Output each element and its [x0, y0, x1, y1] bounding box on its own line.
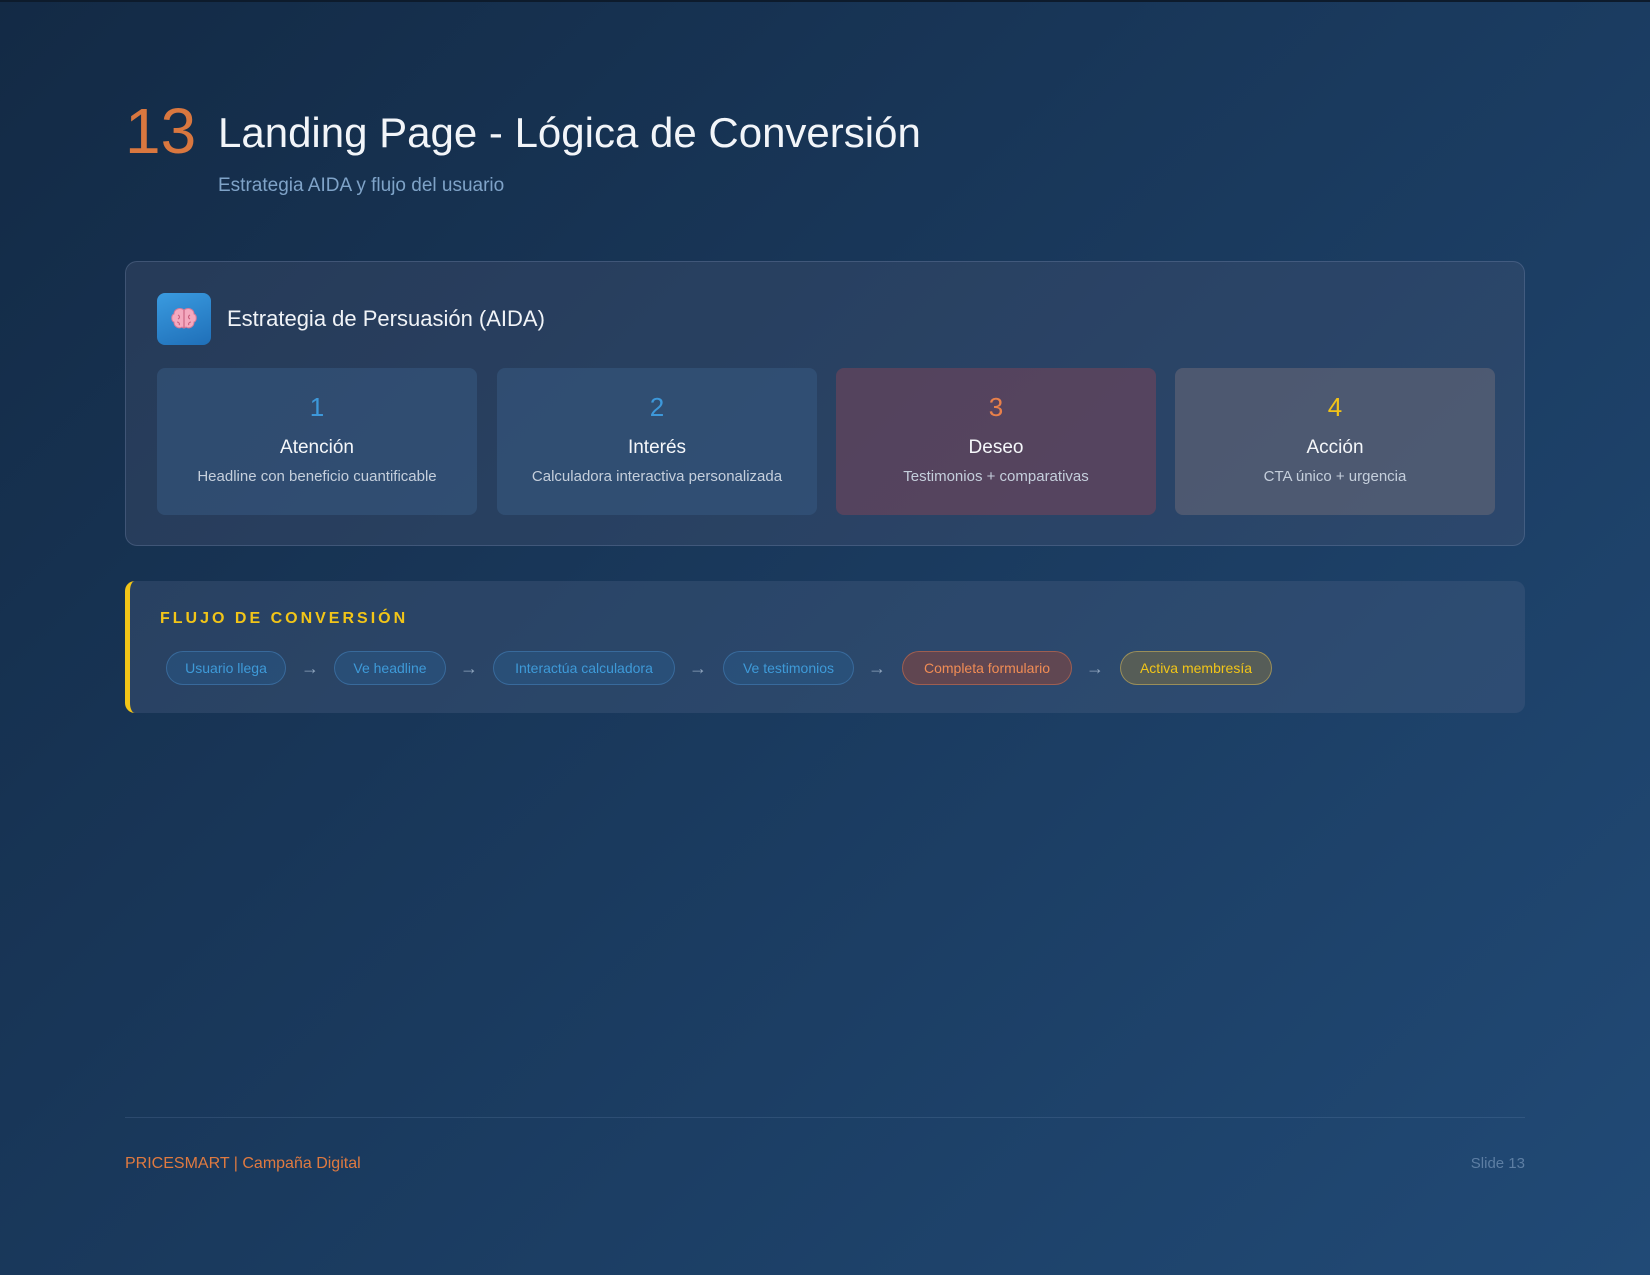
step-name: Atención — [280, 437, 354, 458]
aida-steps: 1 Atención Headline con beneficio cuanti… — [157, 368, 1495, 515]
flow-step-ve-testimonios: Ve testimonios — [723, 651, 854, 685]
step-name: Acción — [1306, 437, 1364, 458]
aida-card-accion: 4 Acción CTA único + urgencia — [1175, 368, 1495, 515]
flow-step-ve-headline: Ve headline — [334, 651, 446, 685]
top-border — [0, 0, 1650, 2]
step-description: Headline con beneficio cuantificable — [197, 468, 437, 485]
flow-step-interactua-calculadora: Interactúa calculadora — [493, 651, 675, 685]
aida-card-deseo: 3 Deseo Testimonios + comparativas — [836, 368, 1156, 515]
aida-panel-header: Estrategia de Persuasión (AIDA) — [157, 293, 857, 345]
arrow-right-icon: → — [1086, 658, 1104, 678]
page-title: Landing Page - Lógica de Conversión — [218, 109, 921, 156]
flow-step-completa-formulario: Completa formulario — [902, 651, 1072, 685]
step-description: Testimonios + comparativas — [903, 468, 1089, 485]
arrow-right-icon: → — [301, 658, 319, 678]
page-subtitle: Estrategia AIDA y flujo del usuario — [218, 175, 505, 196]
arrow-right-icon: → — [868, 658, 886, 678]
footer-divider — [125, 1117, 1525, 1118]
slide-number: 13 — [125, 95, 197, 167]
footer-slide-label: Slide 13 — [1470, 1155, 1525, 1172]
step-name: Interés — [627, 437, 687, 458]
slide-header: 13 Landing Page - Lógica de Conversión E… — [125, 95, 1525, 205]
step-number: 1 — [309, 392, 325, 422]
conversion-flow-panel: FLUJO DE CONVERSIÓN Usuario llega → Ve h… — [125, 581, 1525, 713]
brain-icon — [157, 293, 211, 345]
flow-step-activa-membresia: Activa membresía — [1120, 651, 1272, 685]
step-number: 2 — [649, 392, 665, 422]
flow-steps: Usuario llega → Ve headline → Interactúa… — [166, 651, 1466, 685]
arrow-right-icon: → — [460, 658, 478, 678]
flow-label: FLUJO DE CONVERSIÓN — [160, 610, 409, 627]
step-number: 3 — [988, 392, 1004, 422]
aida-card-interes: 2 Interés Calculadora interactiva person… — [497, 368, 817, 515]
step-number: 4 — [1327, 392, 1343, 422]
arrow-right-icon: → — [689, 658, 707, 678]
footer-brand: PRICESMART | Campaña Digital — [125, 1155, 361, 1172]
flow-step-usuario-llega: Usuario llega — [166, 651, 286, 685]
aida-title: Estrategia de Persuasión (AIDA) — [227, 306, 545, 331]
step-name: Deseo — [968, 437, 1024, 458]
aida-panel: Estrategia de Persuasión (AIDA) 1 Atenci… — [125, 261, 1525, 546]
aida-card-atencion: 1 Atención Headline con beneficio cuanti… — [157, 368, 477, 515]
step-description: CTA único + urgencia — [1263, 468, 1407, 485]
step-description: Calculadora interactiva personalizada — [531, 468, 783, 485]
